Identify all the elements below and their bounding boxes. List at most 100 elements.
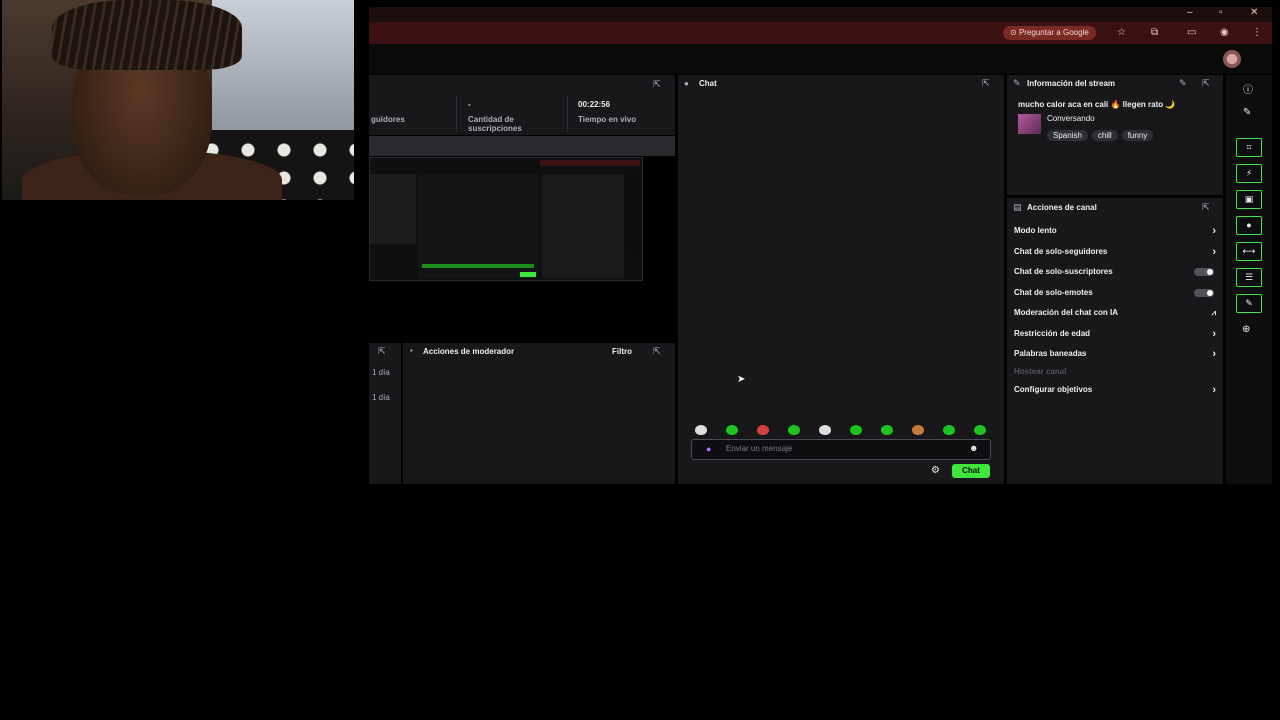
panel-title: Acciones de moderador bbox=[423, 347, 515, 356]
preview-addressbar bbox=[540, 160, 640, 166]
preview-rightbar bbox=[626, 174, 640, 254]
configure-goals-row[interactable]: Configurar objetivos › bbox=[1014, 383, 1216, 397]
subs-label: Cantidad de suscripciones bbox=[468, 115, 522, 133]
emote-only-toggle[interactable] bbox=[1194, 289, 1214, 297]
moderator-actions-panel: ▪ Acciones de moderador Filtro ⇱ bbox=[403, 343, 675, 484]
popout-icon[interactable]: ⇱ bbox=[653, 346, 661, 357]
ask-google-button[interactable]: ⊙ Preguntar a Google bbox=[1003, 26, 1096, 40]
stream-stats-panel: ⇱ guidores - Cantidad de suscripciones 0… bbox=[369, 75, 675, 135]
tag-chip[interactable]: Spanish bbox=[1047, 130, 1088, 141]
tag-chip[interactable]: funny bbox=[1121, 130, 1154, 141]
chat-message-input[interactable]: ● Enviar un mensaje ☻ bbox=[691, 439, 991, 460]
slow-mode-row[interactable]: Modo lento › bbox=[1014, 224, 1216, 238]
emote-icon[interactable] bbox=[726, 425, 738, 435]
category-name: Conversando bbox=[1047, 114, 1095, 123]
emote-icon[interactable] bbox=[788, 425, 800, 435]
microphone-icon[interactable]: ● bbox=[706, 444, 711, 454]
tag-list: Spanish chill funny bbox=[1047, 125, 1157, 143]
popout-icon[interactable]: ⇱ bbox=[378, 346, 386, 357]
wrench-icon: ✎ bbox=[1013, 78, 1021, 88]
emote-icon[interactable] bbox=[943, 425, 955, 435]
preview-emotes bbox=[422, 264, 534, 268]
emote-icon[interactable] bbox=[850, 425, 862, 435]
emote-only-row: Chat de solo-emotes bbox=[1014, 286, 1216, 300]
ad-icon[interactable]: ▣ bbox=[1236, 190, 1262, 209]
profile-icon[interactable]: ◉ bbox=[1220, 27, 1229, 38]
mouse-cursor-icon: ➤ bbox=[737, 374, 746, 385]
chat-send-button[interactable]: Chat bbox=[952, 464, 990, 478]
subscribers-only-toggle[interactable] bbox=[1194, 268, 1214, 276]
stream-info-panel: ✎ Información del stream ✎ ⇱ mucho calor… bbox=[1007, 75, 1223, 195]
ai-moderation-row[interactable]: Moderación del chat con IA ⩘ bbox=[1014, 306, 1216, 320]
webcam-person-hair bbox=[52, 0, 242, 70]
clip-icon[interactable]: ⌗ bbox=[1236, 138, 1262, 157]
action-label: Chat de solo-emotes bbox=[1014, 288, 1093, 297]
followers-only-row[interactable]: Chat de solo-seguidores › bbox=[1014, 245, 1216, 259]
restore-icon[interactable]: ▫ bbox=[1219, 7, 1223, 18]
chart-icon: ⩘ bbox=[1211, 308, 1216, 317]
add-action-icon[interactable]: ⊕ bbox=[1242, 324, 1250, 335]
layout-icon[interactable]: ☰ bbox=[1236, 268, 1262, 287]
divider bbox=[567, 95, 568, 131]
raid-icon[interactable]: ⚡ bbox=[1236, 164, 1262, 183]
chevron-right-icon: › bbox=[1212, 246, 1216, 258]
panel-title: Información del stream bbox=[1027, 79, 1116, 88]
emote-icon[interactable] bbox=[974, 425, 986, 435]
chat-placeholder: Enviar un mensaje bbox=[726, 444, 793, 453]
stream-title: mucho calor aca en cali 🔥 llegen rato 🌙 bbox=[1018, 100, 1176, 109]
chat-bubble-icon: ● bbox=[684, 79, 689, 88]
panel-title: Chat bbox=[699, 79, 717, 88]
followers-label: guidores bbox=[371, 115, 405, 124]
action-label: Modo lento bbox=[1014, 226, 1057, 235]
emote-icon[interactable] bbox=[757, 425, 769, 435]
age-restriction-row[interactable]: Restricción de edad › bbox=[1014, 327, 1216, 341]
app-top-bar bbox=[369, 44, 1272, 74]
popout-icon[interactable]: ⇱ bbox=[1202, 78, 1210, 89]
emote-icon[interactable] bbox=[695, 425, 707, 435]
bookmark-star-icon[interactable]: ☆ bbox=[1117, 27, 1126, 38]
category-thumbnail bbox=[1018, 114, 1041, 134]
chat-icon[interactable]: ● bbox=[1236, 216, 1262, 235]
browser-address-bar[interactable] bbox=[369, 22, 1272, 44]
action-label: Restricción de edad bbox=[1014, 329, 1091, 338]
menu-kebab-icon[interactable]: ⋮ bbox=[1252, 27, 1262, 38]
browser-titlebar: – ▫ ✕ bbox=[369, 7, 1272, 22]
chevron-right-icon: › bbox=[1212, 225, 1216, 237]
chat-settings-gear-icon[interactable]: ⚙ bbox=[931, 465, 940, 476]
emote-picker-icon[interactable]: ☻ bbox=[969, 443, 978, 453]
connection-icon[interactable]: ⟷ bbox=[1236, 242, 1262, 261]
preview-sidebar bbox=[370, 174, 416, 244]
preview-actions bbox=[542, 174, 624, 278]
emote-icon[interactable] bbox=[881, 425, 893, 435]
minimize-icon[interactable]: – bbox=[1187, 7, 1193, 18]
mod-log-time: 1 día bbox=[372, 368, 390, 377]
banned-words-row[interactable]: Palabras baneadas › bbox=[1014, 347, 1216, 361]
filter-button[interactable]: Filtro bbox=[612, 347, 632, 356]
sidepanel-icon[interactable]: ▭ bbox=[1187, 27, 1196, 38]
edit-pencil-icon[interactable]: ✎ bbox=[1243, 107, 1251, 118]
extensions-icon[interactable]: ⧉ bbox=[1151, 27, 1158, 38]
action-label: Palabras baneadas bbox=[1014, 349, 1087, 358]
chat-panel: ● Chat ⇱ bbox=[678, 75, 1004, 484]
close-icon[interactable]: ✕ bbox=[1250, 7, 1258, 18]
wrench-icon[interactable]: ✎ bbox=[1236, 294, 1262, 313]
edit-pencil-icon[interactable]: ✎ bbox=[1179, 78, 1187, 89]
live-time-value: 00:22:56 bbox=[578, 100, 611, 109]
mod-log-time: 1 día bbox=[372, 393, 390, 402]
info-icon[interactable]: ⓘ bbox=[1243, 81, 1253, 96]
channel-actions-panel: ▤ Acciones de canal ⇱ bbox=[1007, 198, 1223, 484]
action-label: Chat de solo-seguidores bbox=[1014, 247, 1108, 256]
popout-icon[interactable]: ⇱ bbox=[653, 79, 661, 90]
google-lens-icon: ⊙ bbox=[1010, 28, 1019, 37]
emote-icon[interactable] bbox=[912, 425, 924, 435]
chevron-right-icon: › bbox=[1212, 348, 1216, 360]
popout-icon[interactable]: ⇱ bbox=[982, 78, 990, 89]
webcam-overlay bbox=[2, 0, 354, 200]
stream-preview-header bbox=[369, 136, 675, 156]
stream-preview-video[interactable] bbox=[369, 157, 643, 281]
popout-icon[interactable]: ⇱ bbox=[1202, 202, 1210, 213]
user-avatar[interactable] bbox=[1223, 50, 1241, 68]
host-channel-row: Hostear canal bbox=[1014, 365, 1216, 379]
emote-icon[interactable] bbox=[819, 425, 831, 435]
tag-chip[interactable]: chill bbox=[1091, 130, 1118, 141]
